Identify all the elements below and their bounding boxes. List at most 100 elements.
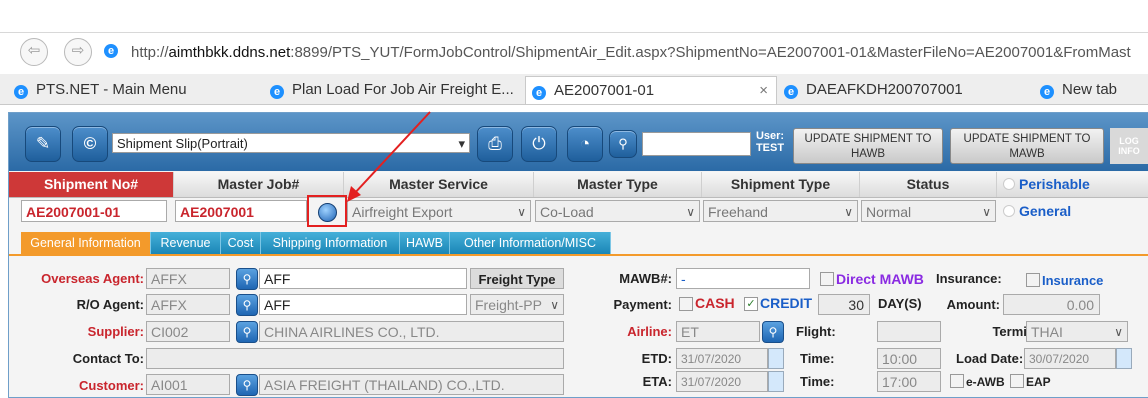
master-job-field[interactable]: AE2007001	[175, 200, 307, 222]
radio-icon	[1003, 178, 1015, 190]
chevron-down-icon: ▾	[458, 136, 465, 151]
search-icon[interactable]: ⚲	[236, 374, 258, 396]
globe-icon[interactable]	[318, 203, 337, 222]
clock-icon[interactable]: ◔	[567, 126, 603, 162]
overseas-agent-label: Overseas Agent:	[41, 271, 144, 286]
tab-label: New tab	[1062, 81, 1118, 98]
header-status: Status	[860, 172, 997, 197]
user-info: User: TEST	[752, 130, 788, 154]
header-shipment-no: Shipment No#	[9, 172, 174, 197]
browser-tab-daeafkdh[interactable]: e DAEAFKDH200707001	[784, 76, 1024, 104]
browser-tab-new[interactable]: e New tab	[1040, 76, 1148, 104]
customer-name[interactable]: ASIA FREIGHT (THAILAND) CO.,LTD.	[259, 374, 564, 395]
browser-tab-main-menu[interactable]: e PTS.NET - Main Menu	[14, 76, 254, 104]
eawb-checkbox[interactable]	[950, 374, 964, 388]
eawb-label: e-AWB	[966, 375, 1005, 389]
report-select-value: Shipment Slip(Portrait)	[117, 136, 248, 151]
forward-button[interactable]: ⇨	[64, 38, 92, 66]
log-info-button[interactable]: LOG INFO	[1110, 128, 1148, 164]
url-prefix: http://	[131, 44, 169, 61]
mawb-field[interactable]: -	[676, 268, 810, 289]
overseas-agent-name[interactable]: AFF	[259, 268, 467, 289]
status-select[interactable]: Normal ∨	[861, 200, 996, 222]
etd-time-label: Time:	[800, 351, 835, 366]
browser-tab-active[interactable]: e AE2007001-01 ×	[525, 76, 777, 104]
tab-cost[interactable]: Cost	[221, 232, 261, 254]
insurance-check-label: Insurance	[1042, 273, 1104, 288]
insurance-label: Insurance:	[936, 271, 1002, 286]
load-date-field[interactable]: 30/07/2020	[1024, 348, 1116, 369]
chevron-down-icon: ∨	[517, 205, 526, 219]
copyright-c-icon[interactable]: ©	[72, 126, 108, 162]
master-type-select[interactable]: Co-Load ∨	[535, 200, 700, 222]
customer-code[interactable]: AI001	[146, 374, 230, 395]
url-path: :8899/PTS_YUT/FormJobControl/ShipmentAir…	[290, 44, 1131, 61]
airline-field[interactable]: ET	[676, 321, 760, 342]
back-button[interactable]: ⇦	[20, 38, 48, 66]
general-radio[interactable]: General	[1003, 199, 1071, 223]
tab-hawb[interactable]: HAWB	[400, 232, 450, 254]
tab-other-information[interactable]: Other Information/MISC	[450, 232, 611, 254]
eap-label: EAP	[1026, 375, 1051, 389]
tab-underline	[9, 254, 1148, 256]
direct-mawb-checkbox[interactable]	[820, 272, 834, 286]
chevron-down-icon: ∨	[844, 205, 853, 219]
ie-icon: e	[270, 85, 284, 99]
update-shipment-hawb-button[interactable]: UPDATE SHIPMENT TO HAWB	[793, 128, 943, 164]
eta-time-label: Time:	[800, 374, 835, 389]
etd-field[interactable]: 31/07/2020	[676, 348, 768, 369]
supplier-code[interactable]: CI002	[146, 321, 230, 342]
toolbar-search-input[interactable]	[642, 132, 751, 156]
perishable-radio[interactable]: Perishable	[1003, 172, 1090, 197]
search-icon[interactable]: ⚲	[609, 130, 637, 158]
general-label: General	[1019, 203, 1072, 219]
url-field[interactable]: http://aimthbkk.ddns.net:8899/PTS_YUT/Fo…	[131, 44, 1131, 61]
update-shipment-mawb-button[interactable]: UPDATE SHIPMENT TO MAWB	[950, 128, 1104, 164]
etd-time-field[interactable]: 10:00	[877, 348, 941, 369]
edit-pencil-icon[interactable]: ✎	[25, 126, 61, 162]
freight-type-select[interactable]: Freight-PP ∨	[470, 294, 564, 315]
tab-revenue[interactable]: Revenue	[151, 232, 221, 254]
flight-field[interactable]	[877, 321, 941, 342]
search-icon[interactable]: ⚲	[762, 321, 784, 343]
eta-field[interactable]: 31/07/2020	[676, 371, 768, 392]
airline-label: Airline:	[627, 324, 672, 339]
shipment-type-select[interactable]: Freehand ∨	[703, 200, 858, 222]
credit-days-field[interactable]: 30	[818, 294, 870, 315]
ro-agent-code[interactable]: AFFX	[146, 294, 230, 315]
ie-icon: e	[784, 85, 798, 99]
freight-type-label: Freight Type	[470, 268, 564, 289]
cash-checkbox[interactable]	[679, 297, 693, 311]
close-tab-icon[interactable]: ×	[759, 77, 768, 105]
overseas-agent-code[interactable]: AFFX	[146, 268, 230, 289]
tab-general-information[interactable]: General Information	[21, 232, 151, 254]
search-icon[interactable]: ⚲	[236, 294, 258, 316]
shipment-no-field[interactable]: AE2007001-01	[21, 200, 167, 222]
calendar-icon[interactable]	[768, 348, 784, 369]
eta-time-field[interactable]: 17:00	[877, 371, 941, 392]
user-name: TEST	[755, 142, 785, 154]
status-value: Normal	[866, 204, 912, 220]
amount-field[interactable]: 0.00	[1003, 294, 1100, 315]
calendar-icon[interactable]	[768, 371, 784, 392]
terminal-value: THAI	[1031, 324, 1063, 340]
credit-label: CREDIT	[760, 295, 813, 311]
power-icon[interactable]: ⏻	[521, 126, 557, 162]
supplier-name[interactable]: CHINA AIRLINES CO., LTD.	[259, 321, 564, 342]
browser-tab-plan-load[interactable]: e Plan Load For Job Air Freight E...	[270, 76, 525, 104]
terminal-select[interactable]: THAI ∨	[1026, 321, 1128, 342]
eap-checkbox[interactable]	[1010, 374, 1024, 388]
insurance-checkbox[interactable]	[1026, 273, 1040, 287]
tab-shipping-information[interactable]: Shipping Information	[261, 232, 400, 254]
search-icon[interactable]: ⚲	[236, 268, 258, 290]
header-shipment-type: Shipment Type	[702, 172, 860, 197]
calendar-icon[interactable]	[1116, 348, 1132, 369]
contact-to-input[interactable]	[146, 348, 564, 369]
ro-agent-name[interactable]: AFF	[259, 294, 467, 315]
freight-type-value: Freight-PP	[475, 297, 542, 313]
print-icon[interactable]: ⎙	[477, 126, 513, 162]
credit-checkbox[interactable]: ✓	[744, 297, 758, 311]
load-date-label: Load Date:	[956, 351, 1024, 366]
search-icon[interactable]: ⚲	[236, 321, 258, 343]
cash-label: CASH	[695, 295, 735, 311]
